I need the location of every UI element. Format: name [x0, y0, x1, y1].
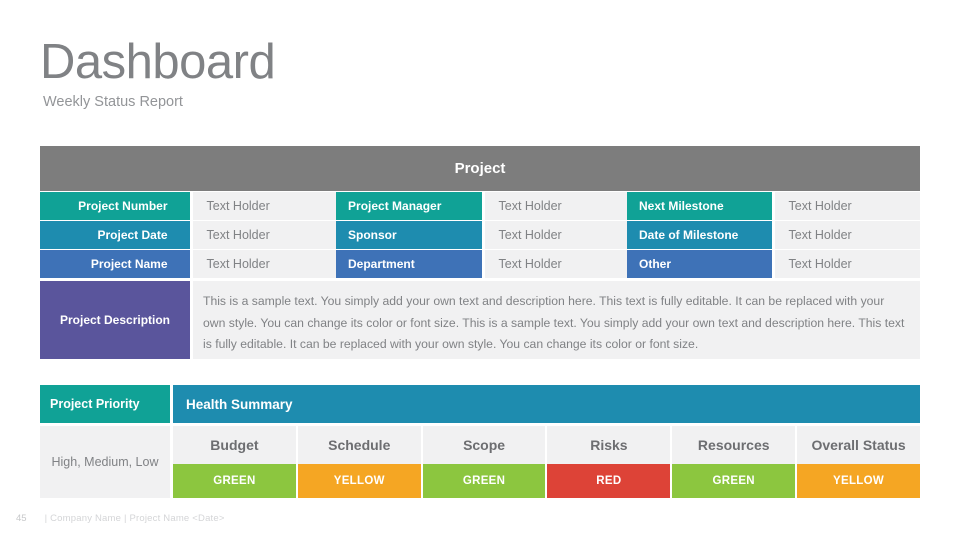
- field-label-project-date: Project Date: [40, 221, 190, 249]
- health-metrics: Budget GREEN Schedule YELLOW Scope GREEN…: [173, 426, 920, 498]
- project-section-header: Project: [40, 146, 920, 191]
- project-section-title: Project: [454, 160, 506, 177]
- status-badge-schedule[interactable]: YELLOW: [297, 464, 421, 498]
- status-badge-risks[interactable]: RED: [547, 464, 671, 498]
- metric-name-schedule: Schedule: [297, 426, 421, 464]
- field-value-project-number[interactable]: Text Holder: [192, 192, 337, 220]
- footer-text: | Company Name | Project Name <Date>: [44, 513, 225, 524]
- field-label-project-description: Project Description: [40, 281, 190, 359]
- field-label-other: Other: [627, 250, 772, 278]
- status-badge-scope[interactable]: GREEN: [422, 464, 546, 498]
- metric-name-budget: Budget: [173, 426, 296, 464]
- footer: 45 | Company Name | Project Name <Date>: [16, 513, 225, 524]
- metric-schedule: Schedule YELLOW: [297, 426, 421, 498]
- field-label-sponsor: Sponsor: [336, 221, 482, 249]
- metric-budget: Budget GREEN: [173, 426, 296, 498]
- slide-dashboard: Dashboard Weekly Status Report Project P…: [0, 0, 960, 540]
- metric-risks: Risks RED: [547, 426, 671, 498]
- metric-scope: Scope GREEN: [422, 426, 546, 498]
- field-label-project-manager: Project Manager: [336, 192, 482, 220]
- status-badge-budget[interactable]: GREEN: [173, 464, 296, 498]
- metric-overall-status: Overall Status YELLOW: [797, 426, 920, 498]
- field-label-next-milestone: Next Milestone: [627, 192, 772, 220]
- page-subtitle: Weekly Status Report: [43, 94, 183, 110]
- field-label-project-priority: Project Priority: [40, 385, 170, 423]
- metric-name-overall-status: Overall Status: [797, 426, 920, 464]
- page-title: Dashboard: [40, 35, 276, 89]
- page-number: 45: [16, 513, 27, 524]
- field-value-project-name[interactable]: Text Holder: [192, 250, 337, 278]
- field-value-project-description[interactable]: This is a sample text. You simply add yo…: [193, 281, 920, 359]
- metric-name-scope: Scope: [422, 426, 546, 464]
- field-label-department: Department: [336, 250, 482, 278]
- field-value-date-of-milestone[interactable]: Text Holder: [774, 221, 920, 249]
- project-table: Project Project Number Text Holder Proje…: [40, 146, 920, 359]
- field-value-project-priority[interactable]: High, Medium, Low: [40, 426, 170, 498]
- metric-name-resources: Resources: [672, 426, 796, 464]
- field-value-other[interactable]: Text Holder: [774, 250, 920, 278]
- metric-resources: Resources GREEN: [672, 426, 796, 498]
- table-row: Project Number Text Holder Project Manag…: [40, 192, 920, 220]
- table-row: Project Name Text Holder Department Text…: [40, 250, 920, 278]
- health-summary-title: Health Summary: [173, 385, 920, 423]
- field-label-project-name: Project Name: [40, 250, 190, 278]
- health-summary-table: Project Priority Health Summary High, Me…: [40, 385, 920, 498]
- status-badge-resources[interactable]: GREEN: [672, 464, 796, 498]
- field-value-sponsor[interactable]: Text Holder: [484, 221, 627, 249]
- field-value-project-manager[interactable]: Text Holder: [484, 192, 627, 220]
- metric-name-risks: Risks: [547, 426, 671, 464]
- table-row: Project Date Text Holder Sponsor Text Ho…: [40, 221, 920, 249]
- status-badge-overall-status[interactable]: YELLOW: [797, 464, 920, 498]
- field-value-next-milestone[interactable]: Text Holder: [774, 192, 920, 220]
- field-label-project-number: Project Number: [40, 192, 190, 220]
- field-value-project-date[interactable]: Text Holder: [192, 221, 337, 249]
- field-value-department[interactable]: Text Holder: [484, 250, 627, 278]
- health-summary-header: Project Priority Health Summary: [40, 385, 920, 423]
- field-label-date-of-milestone: Date of Milestone: [627, 221, 772, 249]
- project-description-row: Project Description This is a sample tex…: [40, 281, 920, 359]
- health-summary-body: High, Medium, Low Budget GREEN Schedule …: [40, 426, 920, 498]
